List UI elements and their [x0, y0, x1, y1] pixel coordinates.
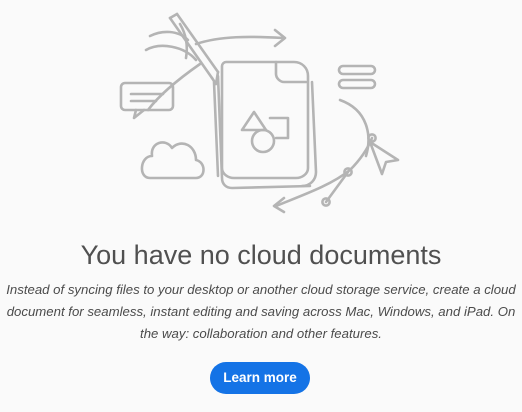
cloud-icon — [140, 141, 205, 180]
menu-lines-icon — [337, 64, 377, 90]
learn-more-button[interactable]: Learn more — [210, 362, 310, 394]
pointer-icon — [368, 140, 400, 176]
shapes-icon — [240, 110, 290, 154]
arrow-icon — [194, 28, 287, 48]
empty-state-description: Instead of syncing files to your desktop… — [6, 282, 516, 341]
bezier-path — [272, 133, 377, 214]
curve-path-icon — [338, 98, 370, 158]
chat-bubble-icon — [119, 81, 175, 120]
document-stack-icon — [212, 60, 318, 190]
pen-icon — [144, 12, 220, 86]
cloud-documents-illustration — [119, 12, 400, 214]
empty-state-title: You have no cloud documents — [80, 240, 442, 270]
empty-cloud-documents-page: You have no cloud documents Instead of s… — [0, 0, 522, 412]
